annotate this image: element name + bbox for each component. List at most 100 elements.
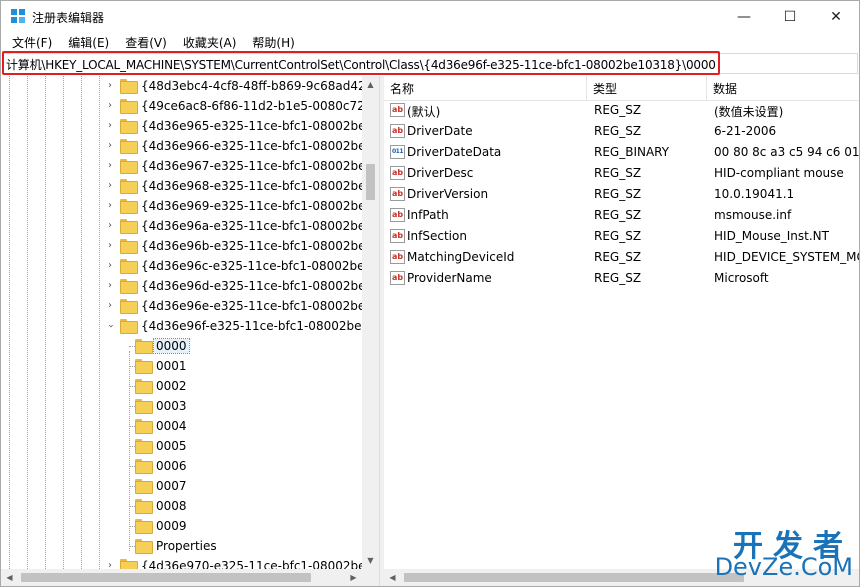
value-name: DriverDate bbox=[407, 124, 473, 138]
column-header-name[interactable]: 名称 bbox=[384, 76, 587, 100]
tree-item-label: 0001 bbox=[156, 359, 187, 373]
folder-icon bbox=[135, 499, 153, 514]
scroll-right-arrow-icon[interactable]: ▶ bbox=[345, 569, 362, 586]
registry-editor-window: 注册表编辑器 — ☐ ✕ 文件(F) 编辑(E) 查看(V) 收藏夹(A) 帮助… bbox=[0, 0, 860, 587]
expand-chevron-icon[interactable]: › bbox=[105, 241, 115, 251]
tree-item-class-key[interactable]: › {4d36e96d-e325-11ce-bfc1-08002be1 bbox=[1, 276, 362, 296]
tree-item-subkey[interactable]: 0007 bbox=[1, 476, 362, 496]
expand-chevron-icon[interactable]: › bbox=[105, 81, 115, 91]
expand-chevron-icon[interactable]: › bbox=[105, 561, 115, 570]
minimize-button[interactable]: — bbox=[721, 1, 767, 32]
folder-icon bbox=[120, 99, 138, 114]
tree-item-class-key[interactable]: › {4d36e965-e325-11ce-bfc1-08002be1 bbox=[1, 116, 362, 136]
tree-item-label: 0003 bbox=[156, 399, 187, 413]
tree-item-label: {4d36e96d-e325-11ce-bfc1-08002be1 bbox=[141, 279, 362, 293]
tree-item-label: {4d36e966-e325-11ce-bfc1-08002be1 bbox=[141, 139, 362, 153]
value-data: HID-compliant mouse bbox=[714, 166, 844, 180]
expand-chevron-icon[interactable]: › bbox=[105, 181, 115, 191]
value-row[interactable]: ab InfPath REG_SZ msmouse.inf bbox=[384, 205, 859, 226]
value-row[interactable]: ab DriverDate REG_SZ 6-21-2006 bbox=[384, 121, 859, 142]
expand-chevron-icon[interactable]: › bbox=[105, 101, 115, 111]
tree-item-class-key[interactable]: › {4d36e966-e325-11ce-bfc1-08002be1 bbox=[1, 136, 362, 156]
tree-item-class-key[interactable]: › {4d36e970-e325-11ce-bfc1-08002be1 bbox=[1, 556, 362, 569]
tree-item-label: {48d3ebc4-4cf8-48ff-b869-9c68ad42e bbox=[141, 79, 362, 93]
title-bar: 注册表编辑器 — ☐ ✕ bbox=[1, 1, 859, 32]
values-list-pane: 名称 类型 数据 ab (默认) REG_SZ (数值未设置) ab Drive… bbox=[384, 76, 859, 569]
string-value-icon: ab bbox=[390, 103, 405, 117]
tree-vertical-scrollbar[interactable]: ▲ ▼ bbox=[362, 76, 379, 569]
tree-item-class-key[interactable]: › {4d36e96c-e325-11ce-bfc1-08002be1 bbox=[1, 256, 362, 276]
value-row[interactable]: ab (默认) REG_SZ (数值未设置) bbox=[384, 100, 859, 121]
value-row[interactable]: 011 DriverDateData REG_BINARY 00 80 8c a… bbox=[384, 142, 859, 163]
menu-help[interactable]: 帮助(H) bbox=[247, 34, 299, 51]
value-type: REG_SZ bbox=[594, 250, 642, 264]
folder-icon bbox=[120, 199, 138, 214]
tree-item-class-key[interactable]: › {4d36e969-e325-11ce-bfc1-08002be1 bbox=[1, 196, 362, 216]
column-header-data[interactable]: 数据 bbox=[707, 76, 859, 100]
tree-item-class-key[interactable]: › {4d36e968-e325-11ce-bfc1-08002be1 bbox=[1, 176, 362, 196]
scroll-thumb[interactable] bbox=[366, 164, 375, 200]
folder-icon bbox=[135, 459, 153, 474]
expand-chevron-icon[interactable]: › bbox=[105, 121, 115, 131]
key-tree-pane: › {48d3ebc4-4cf8-48ff-b869-9c68ad42e › {… bbox=[1, 76, 379, 569]
tree-item-subkey[interactable]: 0009 bbox=[1, 516, 362, 536]
expand-chevron-icon[interactable]: › bbox=[105, 141, 115, 151]
menu-file[interactable]: 文件(F) bbox=[7, 34, 57, 51]
tree-item-subkey[interactable]: 0001 bbox=[1, 356, 362, 376]
column-header-type[interactable]: 类型 bbox=[587, 76, 707, 100]
expand-chevron-icon[interactable]: › bbox=[105, 301, 115, 311]
folder-icon bbox=[120, 299, 138, 314]
folder-icon bbox=[135, 399, 153, 414]
tree-item-subkey[interactable]: 0003 bbox=[1, 396, 362, 416]
tree-item-class-key[interactable]: › {4d36e96a-e325-11ce-bfc1-08002be1 bbox=[1, 216, 362, 236]
address-highlight-box bbox=[2, 51, 720, 75]
value-row[interactable]: ab ProviderName REG_SZ Microsoft bbox=[384, 268, 859, 289]
scroll-left-arrow-icon[interactable]: ◀ bbox=[1, 569, 18, 586]
folder-icon bbox=[135, 359, 153, 374]
scroll-up-arrow-icon[interactable]: ▲ bbox=[362, 76, 379, 93]
tree-item-subkey[interactable]: 0005 bbox=[1, 436, 362, 456]
menu-favorites[interactable]: 收藏夹(A) bbox=[178, 34, 242, 51]
close-button[interactable]: ✕ bbox=[813, 1, 859, 32]
tree-item-label: 0002 bbox=[156, 379, 187, 393]
tree-item-class-key[interactable]: › {4d36e96e-e325-11ce-bfc1-08002be1 bbox=[1, 296, 362, 316]
value-row[interactable]: ab MatchingDeviceId REG_SZ HID_DEVICE_SY… bbox=[384, 247, 859, 268]
scroll-thumb[interactable] bbox=[404, 573, 744, 582]
tree-item-subkey[interactable]: Properties bbox=[1, 536, 362, 556]
tree-item-class-key[interactable]: › {4d36e967-e325-11ce-bfc1-08002be1 bbox=[1, 156, 362, 176]
string-value-icon: ab bbox=[390, 271, 405, 285]
tree-item-subkey[interactable]: 0006 bbox=[1, 456, 362, 476]
tree-item-class-key[interactable]: › {48d3ebc4-4cf8-48ff-b869-9c68ad42e bbox=[1, 76, 362, 96]
scroll-thumb[interactable] bbox=[21, 573, 311, 582]
tree-item-subkey-selected[interactable]: 0000 bbox=[1, 336, 362, 356]
expand-chevron-icon[interactable]: › bbox=[105, 161, 115, 171]
expand-chevron-icon[interactable]: › bbox=[105, 201, 115, 211]
value-row[interactable]: ab DriverVersion REG_SZ 10.0.19041.1 bbox=[384, 184, 859, 205]
tree-item-label: {49ce6ac8-6f86-11d2-b1e5-0080c72e7 bbox=[141, 99, 362, 113]
tree-item-subkey[interactable]: 0002 bbox=[1, 376, 362, 396]
tree-item-subkey[interactable]: 0004 bbox=[1, 416, 362, 436]
folder-icon bbox=[120, 239, 138, 254]
maximize-button[interactable]: ☐ bbox=[767, 1, 813, 32]
value-row[interactable]: ab InfSection REG_SZ HID_Mouse_Inst.NT bbox=[384, 226, 859, 247]
tree-item-class-key-expanded[interactable]: › {4d36e96f-e325-11ce-bfc1-08002be1 bbox=[1, 316, 362, 336]
tree-horizontal-scrollbar[interactable]: ◀ ▶ bbox=[1, 569, 379, 586]
tree-item-class-key[interactable]: › {49ce6ac8-6f86-11d2-b1e5-0080c72e7 bbox=[1, 96, 362, 116]
string-value-icon: ab bbox=[390, 187, 405, 201]
scroll-down-arrow-icon[interactable]: ▼ bbox=[362, 552, 379, 569]
menu-view[interactable]: 查看(V) bbox=[120, 34, 172, 51]
value-name: InfPath bbox=[407, 208, 449, 222]
collapse-chevron-icon[interactable]: › bbox=[105, 321, 116, 331]
value-name: InfSection bbox=[407, 229, 467, 243]
tree-item-class-key[interactable]: › {4d36e96b-e325-11ce-bfc1-08002be1 bbox=[1, 236, 362, 256]
value-row[interactable]: ab DriverDesc REG_SZ HID-compliant mouse bbox=[384, 163, 859, 184]
tree-item-subkey[interactable]: 0008 bbox=[1, 496, 362, 516]
expand-chevron-icon[interactable]: › bbox=[105, 221, 115, 231]
scroll-left-arrow-icon[interactable]: ◀ bbox=[384, 569, 401, 586]
folder-icon bbox=[120, 79, 138, 94]
expand-chevron-icon[interactable]: › bbox=[105, 261, 115, 271]
tree-item-label: 0009 bbox=[156, 519, 187, 533]
expand-chevron-icon[interactable]: › bbox=[105, 281, 115, 291]
menu-edit[interactable]: 编辑(E) bbox=[63, 34, 114, 51]
folder-icon bbox=[135, 339, 153, 354]
